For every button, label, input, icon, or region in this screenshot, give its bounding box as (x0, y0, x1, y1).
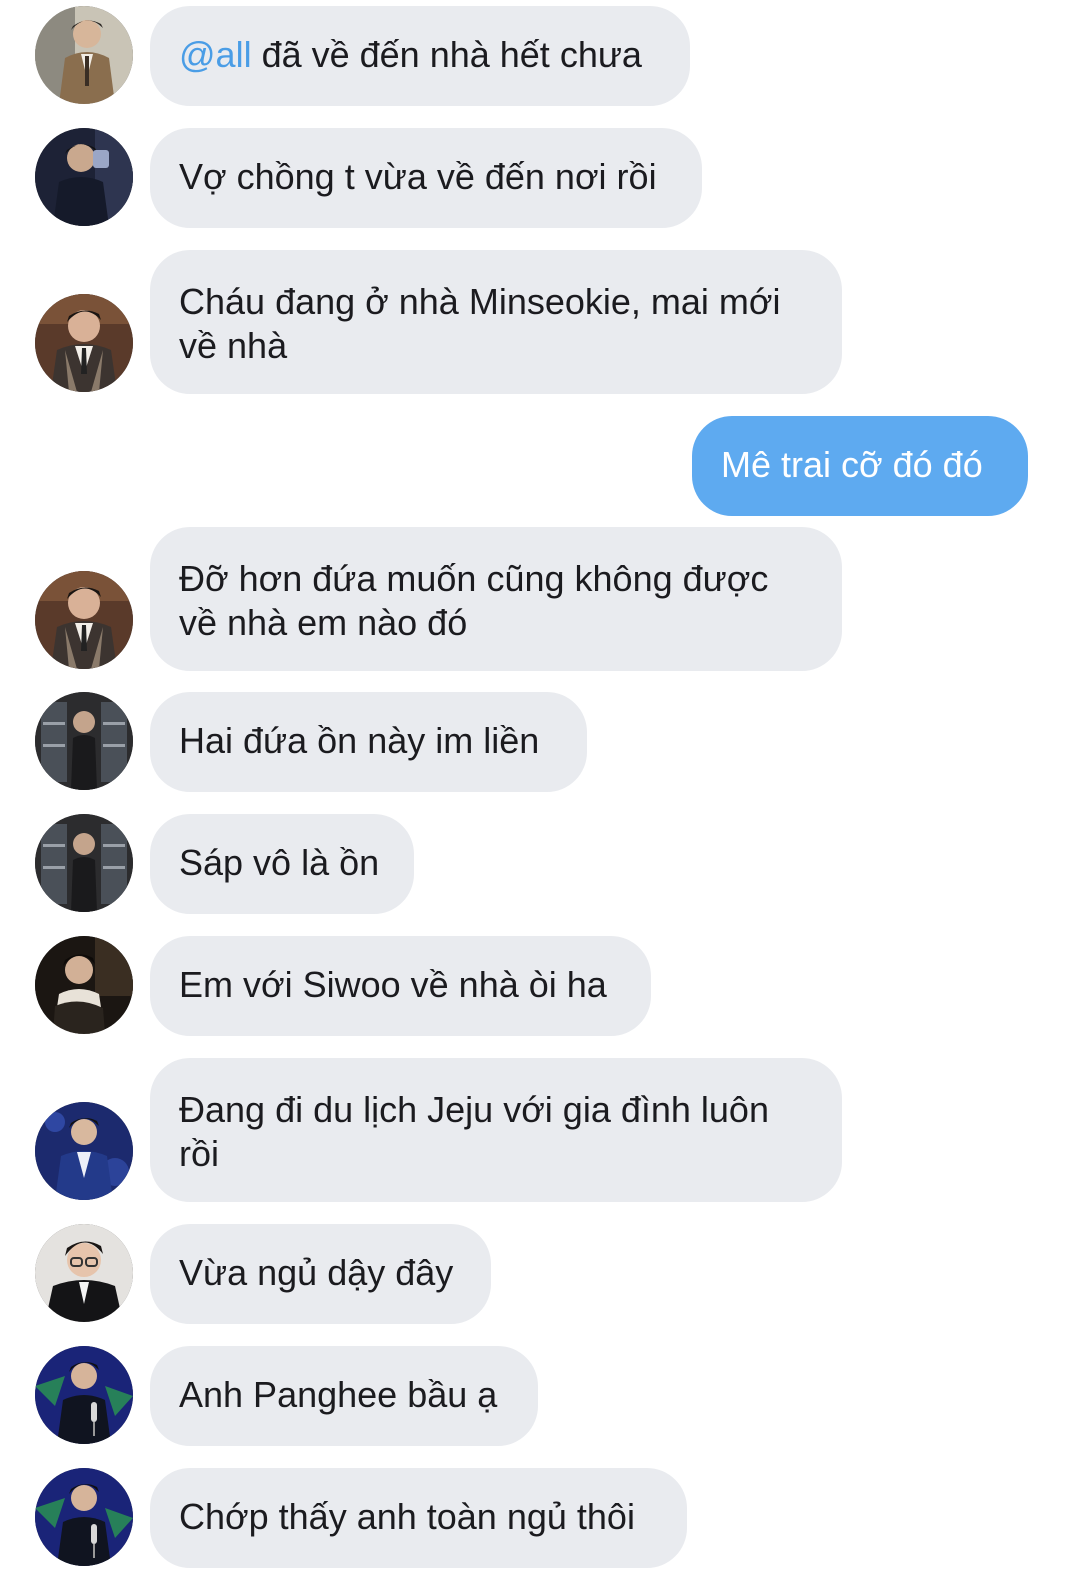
avatar-man-blue-stage-icon[interactable] (35, 1102, 133, 1200)
message-bubble[interactable]: Cháu đang ở nhà Minseokie, mai mới về nh… (150, 250, 842, 394)
message-text: Hai đứa ồn này im liền (179, 720, 540, 761)
message-text: Anh Panghee bầu ạ (179, 1374, 498, 1415)
message-text: Mê trai cỡ đó đó (721, 444, 983, 485)
message-row: Em với Siwoo về nhà òi ha (0, 936, 1080, 1036)
message-text: đã về đến nhà hết chưa (251, 34, 642, 75)
avatar-man-dark-portrait-icon[interactable] (35, 936, 133, 1034)
message-text: Đang đi du lịch Jeju với gia đình luôn r… (179, 1089, 769, 1174)
message-bubble[interactable]: Sáp vô là ồn (150, 814, 414, 914)
message-bubble[interactable]: Đỡ hơn đứa muốn cũng không được về nhà e… (150, 527, 842, 671)
message-bubble[interactable]: Hai đứa ồn này im liền (150, 692, 587, 792)
message-text: Vừa ngủ dậy đây (179, 1252, 454, 1293)
avatar-man-shelves-icon[interactable] (35, 692, 133, 790)
mention-link[interactable]: @all (179, 34, 252, 75)
avatar-man-glasses-icon[interactable] (35, 1224, 133, 1322)
message-row: Chớp thấy anh toàn ngủ thôi (0, 1468, 1080, 1568)
avatar-man-mic-stage-icon[interactable] (35, 1468, 133, 1566)
message-row: Hai đứa ồn này im liền (0, 692, 1080, 792)
message-row: Vợ chồng t vừa về đến nơi rồi (0, 128, 1080, 228)
avatar-man-tan-suit-icon[interactable] (35, 6, 133, 104)
message-bubble[interactable]: Vừa ngủ dậy đây (150, 1224, 491, 1324)
chat-message-list[interactable]: @all đã về đến nhà hết chưa Vợ chồng t v… (0, 0, 1080, 1594)
message-row: Anh Panghee bầu ạ (0, 1346, 1080, 1446)
avatar-man-mic-stage-icon[interactable] (35, 1346, 133, 1444)
message-row: Đỡ hơn đứa muốn cũng không được về nhà e… (0, 527, 1080, 671)
message-bubble[interactable]: Em với Siwoo về nhà òi ha (150, 936, 651, 1036)
message-row: Vừa ngủ dậy đây (0, 1224, 1080, 1324)
message-bubble[interactable]: @all đã về đến nhà hết chưa (150, 6, 690, 106)
message-text: Đỡ hơn đứa muốn cũng không được về nhà e… (179, 558, 769, 643)
avatar-man-shelves-icon[interactable] (35, 814, 133, 912)
outgoing-message-bubble[interactable]: Mê trai cỡ đó đó (692, 416, 1028, 516)
message-text: Chớp thấy anh toàn ngủ thôi (179, 1496, 635, 1537)
avatar-man-vest-icon[interactable] (35, 294, 133, 392)
message-text: Vợ chồng t vừa về đến nơi rồi (179, 156, 657, 197)
message-row: Cháu đang ở nhà Minseokie, mai mới về nh… (0, 250, 1080, 394)
message-text: Em với Siwoo về nhà òi ha (179, 964, 607, 1005)
message-row: Mê trai cỡ đó đó (0, 416, 1080, 516)
avatar-man-dark-suit-icon[interactable] (35, 128, 133, 226)
message-row: @all đã về đến nhà hết chưa (0, 6, 1080, 106)
message-bubble[interactable]: Chớp thấy anh toàn ngủ thôi (150, 1468, 687, 1568)
message-text: Cháu đang ở nhà Minseokie, mai mới về nh… (179, 281, 781, 366)
message-row: Đang đi du lịch Jeju với gia đình luôn r… (0, 1058, 1080, 1202)
avatar-man-vest-icon[interactable] (35, 571, 133, 669)
message-bubble[interactable]: Đang đi du lịch Jeju với gia đình luôn r… (150, 1058, 842, 1202)
message-row: Sáp vô là ồn (0, 814, 1080, 914)
message-text: Sáp vô là ồn (179, 842, 380, 883)
message-bubble[interactable]: Vợ chồng t vừa về đến nơi rồi (150, 128, 702, 228)
message-bubble[interactable]: Anh Panghee bầu ạ (150, 1346, 538, 1446)
